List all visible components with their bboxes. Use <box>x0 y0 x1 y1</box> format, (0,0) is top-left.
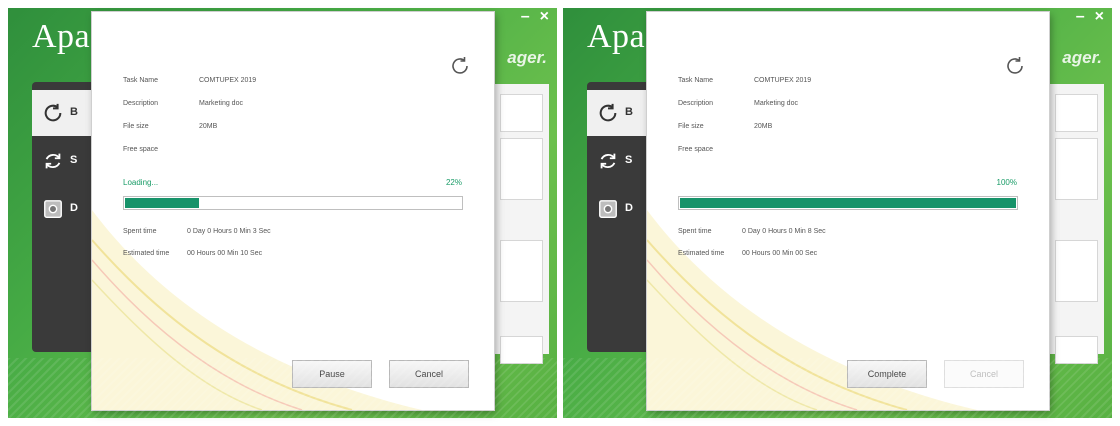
app-subtitle: ager. <box>1062 48 1102 67</box>
transfer-dialog: Task Name COMTUPEX 2019 Description Mark… <box>92 12 494 410</box>
close-button[interactable]: × <box>1095 8 1104 26</box>
description-value: Marketing doc <box>199 100 243 107</box>
progress-fill <box>125 198 199 208</box>
window-controls: – × <box>521 8 549 26</box>
sidebar-item-label: B <box>70 106 78 118</box>
screenshot-panel-loading: Apac ager. – × B S D Task Name COMTUPEX … <box>8 8 557 418</box>
app-content-pane <box>494 84 549 364</box>
app-subtitle: ager. <box>507 48 547 67</box>
transfer-dialog: Task Name COMTUPEX 2019 Description Mark… <box>647 12 1049 410</box>
sync-icon <box>45 153 61 169</box>
status-label: Loading... <box>123 178 159 187</box>
minimize-button[interactable]: – <box>521 8 530 26</box>
progress-bar <box>678 196 1018 210</box>
description-label: Description <box>678 100 714 107</box>
progress-fill <box>680 198 1016 208</box>
estimated-time-label: Estimated time <box>123 250 170 257</box>
description-value: Marketing doc <box>754 100 798 107</box>
decorative-swoosh <box>647 210 977 410</box>
screenshot-panel-complete: Apac ager. – × B S D Task Name COMTUPEX … <box>563 8 1112 418</box>
task-name-value: COMTUPEX 2019 <box>199 77 257 84</box>
refresh-icon[interactable] <box>1003 54 1027 78</box>
window-controls: – × <box>1076 8 1104 26</box>
free-space-label: Free space <box>123 146 159 153</box>
disk-icon <box>44 200 62 218</box>
content-box <box>500 138 543 200</box>
close-button[interactable]: × <box>540 8 549 26</box>
free-space-label: Free space <box>678 146 714 153</box>
task-name-label: Task Name <box>678 77 714 84</box>
estimated-time-value: 00 Hours 00 Min 10 Sec <box>187 250 263 257</box>
disk-icon <box>599 200 617 218</box>
cancel-button: Cancel <box>944 360 1024 388</box>
progress-bar <box>123 196 463 210</box>
content-box <box>1055 138 1098 200</box>
content-box <box>1055 240 1098 302</box>
content-box <box>1055 336 1098 364</box>
file-size-label: File size <box>123 123 149 130</box>
estimated-time-value: 00 Hours 00 Min 00 Sec <box>742 250 818 257</box>
spent-time-label: Spent time <box>678 228 712 235</box>
content-box <box>500 336 543 364</box>
progress-percent: 22% <box>445 178 462 187</box>
minimize-button[interactable]: – <box>1076 8 1085 26</box>
content-box <box>500 94 543 132</box>
task-name-label: Task Name <box>123 77 159 84</box>
file-size-value: 20MB <box>754 123 773 130</box>
sidebar-item-label: S <box>70 154 78 166</box>
sync-icon <box>600 153 616 169</box>
content-box <box>1055 94 1098 132</box>
sidebar-item-label: D <box>70 202 78 214</box>
spent-time-value: 0 Day 0 Hours 0 Min 3 Sec <box>187 228 271 235</box>
app-window: Apac ager. – × B S D Task Name COMTUPEX … <box>8 8 557 418</box>
file-size-label: File size <box>678 123 704 130</box>
refresh-icon <box>44 103 62 122</box>
description-label: Description <box>123 100 159 107</box>
estimated-time-label: Estimated time <box>678 250 725 257</box>
cancel-button[interactable]: Cancel <box>389 360 469 388</box>
sidebar-item-label: S <box>625 154 633 166</box>
content-box <box>500 240 543 302</box>
app-window: Apac ager. – × B S D Task Name COMTUPEX … <box>563 8 1112 418</box>
refresh-icon <box>599 103 617 122</box>
decorative-swoosh <box>92 210 422 410</box>
app-content-pane <box>1049 84 1104 364</box>
sidebar-item-label: B <box>625 106 633 118</box>
pause-button[interactable]: Pause <box>292 360 372 388</box>
task-name-value: COMTUPEX 2019 <box>754 77 812 84</box>
sidebar-item-label: D <box>625 202 633 214</box>
complete-button[interactable]: Complete <box>847 360 927 388</box>
spent-time-value: 0 Day 0 Hours 0 Min 8 Sec <box>742 228 826 235</box>
progress-percent: 100% <box>996 178 1017 187</box>
refresh-icon[interactable] <box>448 54 472 78</box>
spent-time-label: Spent time <box>123 228 157 235</box>
file-size-value: 20MB <box>199 123 218 130</box>
